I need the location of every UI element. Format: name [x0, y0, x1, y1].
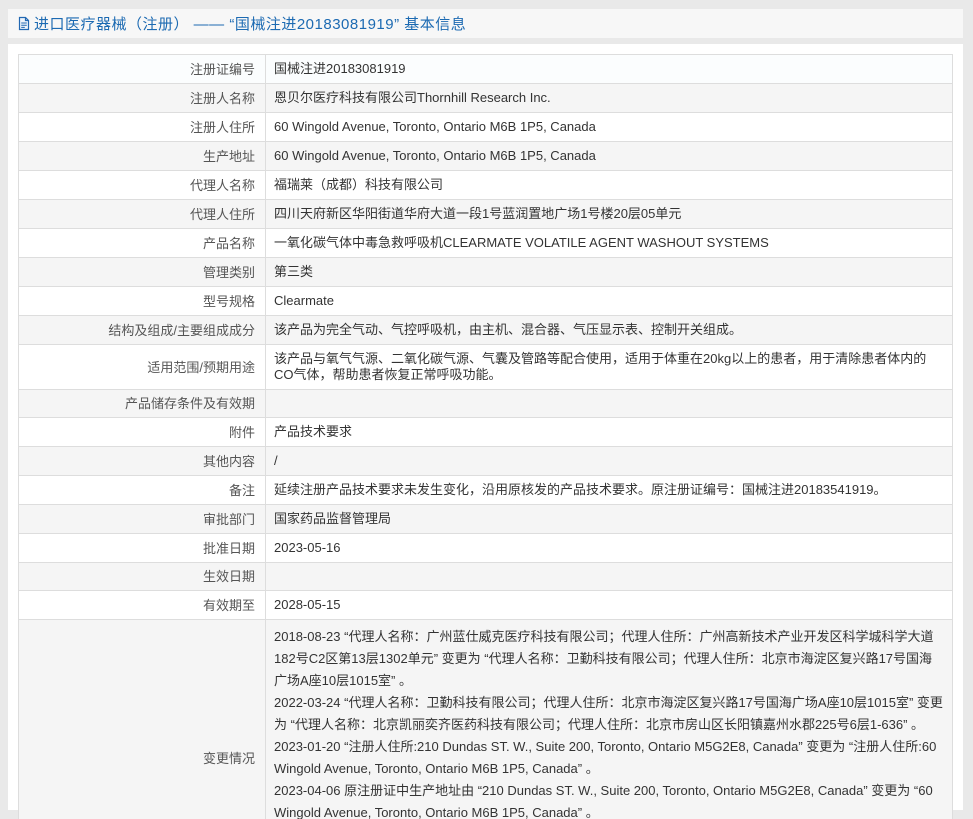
row-label: 其他内容 [19, 447, 266, 476]
row-label-text: 注册人住所 [190, 120, 255, 135]
content-panel: 注册证编号国械注进20183081919注册人名称恩贝尔医疗科技有限公司Thor… [8, 44, 963, 810]
table-row: 注册证编号国械注进20183081919 [19, 55, 953, 84]
row-label-text: 代理人名称 [190, 178, 255, 193]
row-label-text: 管理类别 [203, 265, 255, 280]
row-value: 国家药品监督管理局 [266, 505, 953, 534]
change-history-entry: 2018-08-23 “代理人名称：广州蓝仕威克医疗科技有限公司；代理人住所：广… [274, 626, 944, 692]
row-label: 注册人住所 [19, 113, 266, 142]
row-value: 恩贝尔医疗科技有限公司Thornhill Research Inc. [266, 84, 953, 113]
row-value: 四川天府新区华阳街道华府大道一段1号蓝润置地广场1号楼20层05单元 [266, 200, 953, 229]
table-row: 有效期至 2028-05-15 [19, 591, 953, 620]
table-row: 代理人名称福瑞莱（成都）科技有限公司 [19, 171, 953, 200]
row-label-text: 其他内容 [203, 454, 255, 469]
table-row: 其他内容 / [19, 447, 953, 476]
row-label-text: 生产地址 [203, 149, 255, 164]
row-label: 产品名称 [19, 229, 266, 258]
row-label-text: 审批部门 [203, 512, 255, 527]
table-row: 代理人住所四川天府新区华阳街道华府大道一段1号蓝润置地广场1号楼20层05单元 [19, 200, 953, 229]
table-row: 注册人住所 60 Wingold Avenue, Toronto, Ontario… [19, 113, 953, 142]
registration-info-table: 注册证编号国械注进20183081919注册人名称恩贝尔医疗科技有限公司Thor… [18, 54, 953, 819]
table-row: 注册人名称恩贝尔医疗科技有限公司Thornhill Research Inc. [19, 84, 953, 113]
table-row: 产品名称一氧化碳气体中毒急救呼吸机CLEARMATE VOLATILE AGEN… [19, 229, 953, 258]
row-label-text: 变更情况 [203, 751, 255, 766]
page-title: 进口医疗器械（注册） —— “国械注进20183081919” 基本信息 [34, 13, 466, 34]
row-label: 附件 [19, 418, 266, 447]
row-label: 注册证编号 [19, 55, 266, 84]
row-label: 生效日期 [19, 563, 266, 591]
row-label: 代理人住所 [19, 200, 266, 229]
row-label-text: 生效日期 [203, 569, 255, 584]
row-label-text: 备注 [229, 483, 255, 498]
row-label: 变更情况 [19, 620, 266, 819]
row-value [266, 563, 953, 591]
row-label-text: 适用范围/预期用途 [147, 360, 255, 375]
row-value: Clearmate [266, 287, 953, 316]
row-label-text: 注册证编号 [190, 62, 255, 77]
row-value: / [266, 447, 953, 476]
row-label: 代理人名称 [19, 171, 266, 200]
row-value: 60 Wingold Avenue, Toronto, Ontario M6B … [266, 113, 953, 142]
table-row: 生效日期 [19, 563, 953, 591]
row-value [266, 390, 953, 418]
row-value: 福瑞莱（成都）科技有限公司 [266, 171, 953, 200]
row-label: 适用范围/预期用途 [19, 345, 266, 390]
row-label-text: 结构及组成/主要组成成分 [108, 323, 255, 338]
table-row: 批准日期 2023-05-16 [19, 534, 953, 563]
table-row: 管理类别第三类 [19, 258, 953, 287]
table-row: 型号规格 Clearmate [19, 287, 953, 316]
table-row: 生产地址 60 Wingold Avenue, Toronto, Ontario … [19, 142, 953, 171]
row-value: 国械注进20183081919 [266, 55, 953, 84]
row-value: 该产品与氧气气源、二氧化碳气源、气囊及管路等配合使用，适用于体重在20kg以上的… [266, 345, 953, 390]
row-label-text: 产品名称 [203, 236, 255, 251]
row-label-text: 附件 [229, 425, 255, 440]
document-icon [17, 16, 31, 31]
change-history-entry: 2023-04-06 原注册证中生产地址由 “210 Dundas ST. W.… [274, 780, 944, 819]
row-value: 一氧化碳气体中毒急救呼吸机CLEARMATE VOLATILE AGENT WA… [266, 229, 953, 258]
row-label-text: 产品储存条件及有效期 [125, 396, 255, 411]
row-label: 有效期至 [19, 591, 266, 620]
row-label: 型号规格 [19, 287, 266, 316]
info-table-body: 注册证编号国械注进20183081919注册人名称恩贝尔医疗科技有限公司Thor… [19, 55, 953, 819]
change-history-entry: 2023-01-20 “注册人住所:210 Dundas ST. W., Sui… [274, 736, 944, 780]
row-label-text: 型号规格 [203, 294, 255, 309]
row-label: 注册人名称 [19, 84, 266, 113]
row-value: 该产品为完全气动、气控呼吸机，由主机、混合器、气压显示表、控制开关组成。 [266, 316, 953, 345]
row-label-text: 注册人名称 [190, 91, 255, 106]
row-value: 第三类 [266, 258, 953, 287]
row-label: 产品储存条件及有效期 [19, 390, 266, 418]
change-history-entry: 2022-03-24 “代理人名称：卫勤科技有限公司；代理人住所：北京市海淀区复… [274, 692, 944, 736]
table-row: 审批部门国家药品监督管理局 [19, 505, 953, 534]
row-label-text: 有效期至 [203, 598, 255, 613]
table-row: 结构及组成/主要组成成分该产品为完全气动、气控呼吸机，由主机、混合器、气压显示表… [19, 316, 953, 345]
table-row: 适用范围/预期用途该产品与氧气气源、二氧化碳气源、气囊及管路等配合使用，适用于体… [19, 345, 953, 390]
row-label: 结构及组成/主要组成成分 [19, 316, 266, 345]
table-row: 产品储存条件及有效期 [19, 390, 953, 418]
row-value: 2023-05-16 [266, 534, 953, 563]
row-value: 延续注册产品技术要求未发生变化，沿用原核发的产品技术要求。原注册证编号：国械注进… [266, 476, 953, 505]
row-label: 审批部门 [19, 505, 266, 534]
title-bar: 进口医疗器械（注册） —— “国械注进20183081919” 基本信息 [8, 9, 963, 38]
table-row: 备注延续注册产品技术要求未发生变化，沿用原核发的产品技术要求。原注册证编号：国械… [19, 476, 953, 505]
row-label-text: 批准日期 [203, 541, 255, 556]
table-row: 变更情况 2018-08-23 “代理人名称：广州蓝仕威克医疗科技有限公司；代理人… [19, 620, 953, 819]
row-value: 60 Wingold Avenue, Toronto, Ontario M6B … [266, 142, 953, 171]
row-value: 2018-08-23 “代理人名称：广州蓝仕威克医疗科技有限公司；代理人住所：广… [266, 620, 953, 819]
table-row: 附件产品技术要求 [19, 418, 953, 447]
row-value: 2028-05-15 [266, 591, 953, 620]
row-label: 批准日期 [19, 534, 266, 563]
row-value: 产品技术要求 [266, 418, 953, 447]
row-label-text: 代理人住所 [190, 207, 255, 222]
row-label: 管理类别 [19, 258, 266, 287]
row-label: 备注 [19, 476, 266, 505]
row-label: 生产地址 [19, 142, 266, 171]
